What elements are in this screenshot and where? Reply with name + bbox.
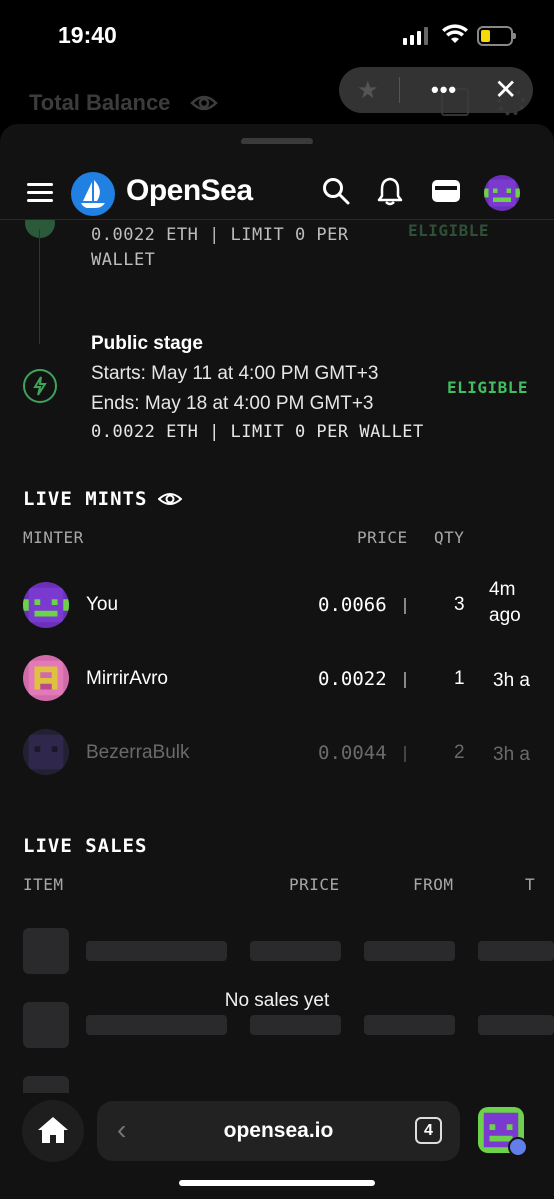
behind-total-balance: Total Balance [29, 90, 171, 115]
hamburger-menu-icon[interactable] [27, 183, 53, 207]
ethereum-badge-icon [508, 1137, 528, 1157]
skeleton-bar [86, 1015, 227, 1035]
avatar[interactable] [23, 655, 69, 701]
minter-name[interactable]: You [86, 594, 118, 616]
eye-icon [190, 95, 218, 111]
opensea-sheet: 0.0022 ETH | LIMIT 0 PER WALLET ELIGIBLE… [0, 124, 554, 1199]
avatar[interactable] [23, 582, 69, 628]
skeleton-thumb [23, 928, 69, 974]
mint-price: 0.0022 [318, 668, 387, 690]
more-options-icon[interactable]: ••• [431, 77, 457, 103]
skeleton-bar [250, 941, 341, 961]
close-icon[interactable]: ✕ [494, 73, 517, 106]
wallet-icon[interactable] [430, 176, 462, 206]
col-price: PRICE [357, 528, 408, 547]
prev-stage-price: 0.0022 ETH | LIMIT 0 PER [91, 225, 349, 245]
minter-name[interactable]: BezerraBulk [86, 742, 190, 764]
cellular-signal-icon [403, 27, 428, 45]
public-stage-ends: Ends: May 18 at 4:00 PM GMT+3 [91, 393, 374, 414]
wifi-icon [442, 24, 468, 43]
mint-time: 4m ago [489, 577, 521, 629]
home-icon [38, 1117, 68, 1143]
public-stage-status: ELIGIBLE [447, 378, 529, 397]
browser-controls-pill: ★ ••• ✕ [339, 67, 533, 113]
brand-name[interactable]: OpenSea [126, 174, 253, 208]
no-sales-message: No sales yet [224, 990, 330, 1011]
home-indicator [179, 1180, 375, 1186]
mint-time-line1: 4m [489, 579, 516, 600]
opensea-navbar: OpenSea [0, 144, 554, 220]
prev-stage-price-line2: WALLET [91, 250, 156, 270]
url-text[interactable]: opensea.io [97, 1119, 460, 1143]
col-to: T [525, 875, 536, 894]
lightning-leaf-icon [23, 369, 57, 403]
skeleton-bar [478, 941, 554, 961]
public-stage-starts: Starts: May 11 at 4:00 PM GMT+3 [91, 363, 379, 384]
search-icon[interactable] [321, 176, 351, 206]
mint-price: 0.0044 [318, 742, 387, 764]
eth-glyph [404, 746, 406, 762]
skeleton-bar [478, 1015, 554, 1035]
url-bar[interactable]: ‹ opensea.io 4 [97, 1101, 460, 1161]
tabs-count-button[interactable]: 4 [415, 1117, 442, 1144]
public-stage-price: 0.0022 ETH | LIMIT 0 PER WALLET [91, 422, 424, 442]
col-item: ITEM [23, 875, 64, 894]
public-stage-title: Public stage [91, 333, 203, 354]
skeleton-bar [364, 1015, 455, 1035]
col-from: FROM [413, 875, 454, 894]
stage-timeline [39, 229, 40, 344]
skeleton-bar [86, 941, 227, 961]
skeleton-thumb [23, 1002, 69, 1048]
col-qty: QTY [434, 528, 465, 547]
live-mints-title: LIVE MINTS [23, 488, 148, 510]
eth-glyph [404, 598, 406, 614]
mint-time: 3h a [493, 670, 530, 691]
profile-avatar[interactable] [484, 175, 520, 211]
mint-qty: 1 [454, 668, 465, 689]
col-minter: MINTER [23, 528, 84, 547]
eth-glyph [404, 672, 406, 688]
skeleton-bar [364, 941, 455, 961]
opensea-logo[interactable] [71, 172, 115, 216]
bell-icon[interactable] [376, 176, 404, 206]
eye-icon[interactable] [158, 490, 182, 508]
mint-time: 3h a [493, 744, 530, 765]
minter-name[interactable]: MirrirAvro [86, 668, 168, 690]
avatar[interactable] [23, 729, 69, 775]
mint-time-line2: ago [489, 605, 521, 626]
mint-price: 0.0066 [318, 594, 387, 616]
clock: 19:40 [58, 22, 117, 48]
live-sales-title: LIVE SALES [23, 835, 148, 857]
battery-icon [477, 26, 516, 46]
col-price: PRICE [289, 875, 340, 894]
skeleton-bar [250, 1015, 341, 1035]
mint-qty: 2 [454, 742, 465, 763]
favorite-star-icon[interactable]: ★ [357, 76, 379, 105]
home-button[interactable] [22, 1100, 84, 1162]
prev-stage-status: ELIGIBLE [408, 221, 490, 240]
mint-qty: 3 [454, 594, 465, 615]
